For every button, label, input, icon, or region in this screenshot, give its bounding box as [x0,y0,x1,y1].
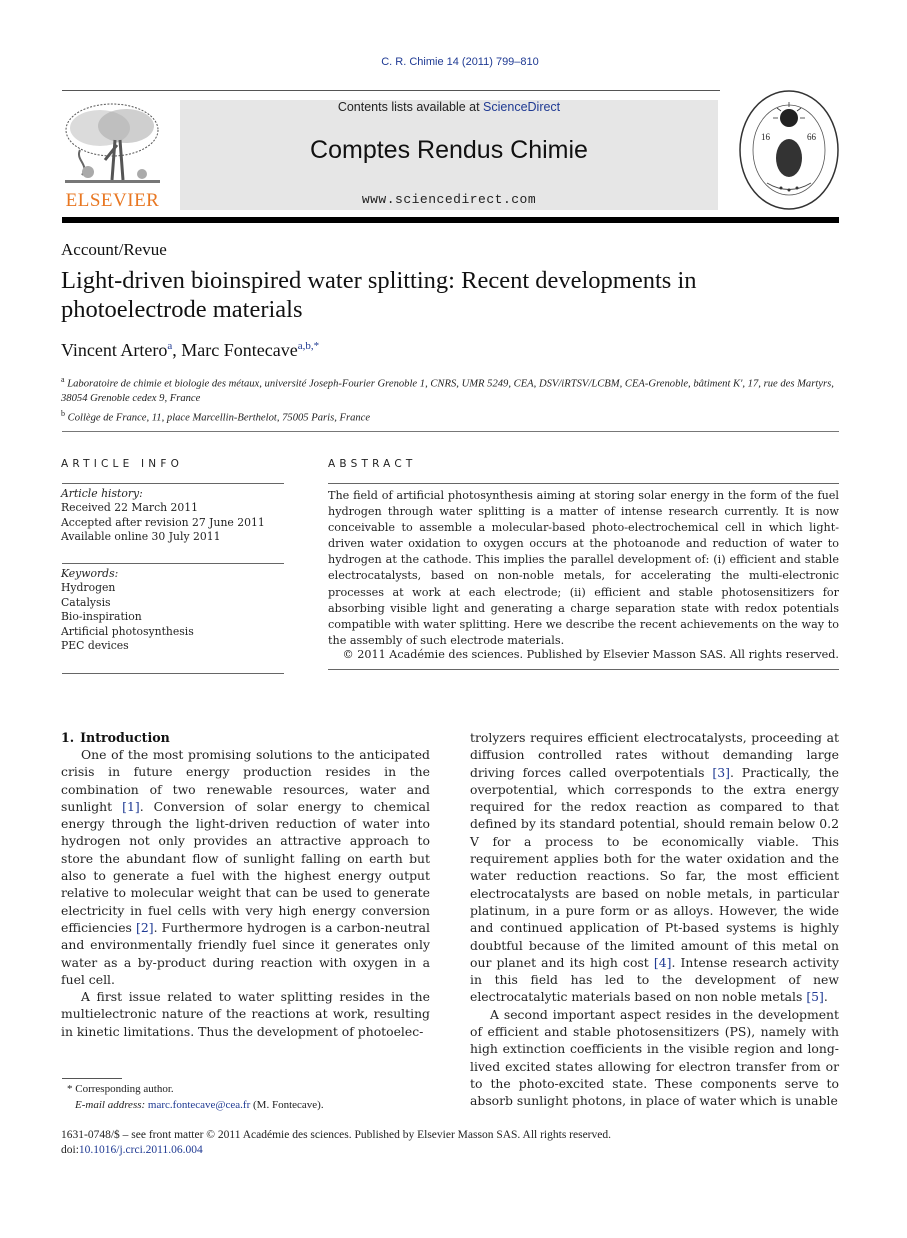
elsevier-wordmark: ELSEVIER [65,190,160,211]
affiliation-item: b Collège de France, 11, place Marcellin… [61,407,841,426]
article-info-bottom-rule [62,673,284,674]
abstract-text: The field of artificial photosynthesis a… [328,489,839,647]
history-item: Received 22 March 2011 [61,501,198,515]
article-history-label: Article history: [61,487,143,500]
abstract-bottom-rule [328,669,839,670]
article-info-rule [62,483,284,484]
section-heading-introduction: 1. Introduction [61,730,170,745]
citation-link[interactable]: [3] [712,765,730,780]
elsevier-logo[interactable]: ELSEVIER [60,100,165,212]
keyword-item: Hydrogen [61,581,116,595]
author-name[interactable]: Marc Fontecave [181,340,297,360]
section-number: 1. [61,730,75,745]
header-rule [62,90,720,91]
affiliation-text: Collège de France, 11, place Marcellin-B… [67,412,371,424]
body-paragraph: One of the most promising solutions to t… [61,746,430,988]
affiliation-label: a [61,375,65,384]
body-column-left: One of the most promising solutions to t… [61,746,430,1040]
issn-copyright: 1631-0748/$ – see front matter © 2011 Ac… [61,1129,611,1141]
article-type: Account/Revue [61,240,167,259]
keyword-item: Catalysis [61,595,111,609]
article-info-heading: ARTICLE INFO [61,458,184,470]
citation-link[interactable]: [1] [122,799,140,814]
email-label: E-mail address: [75,1098,148,1111]
journal-reference[interactable]: C. R. Chimie 14 (2011) 799–810 [0,56,907,68]
paragraph-text: . Practically, the overpotential, which … [470,764,839,970]
footnote-rule [62,1078,122,1079]
article-history: Article history: Received 22 March 2011 … [61,487,286,545]
keywords-label: Keywords: [61,567,119,580]
seal-year-left: 16 [761,132,771,142]
seal-year-right: 66 [807,132,817,142]
keyword-item: PEC devices [61,639,129,653]
keywords: Keywords: Hydrogen Catalysis Bio-inspira… [61,567,286,653]
keywords-rule [62,563,284,564]
seal-icon: 16 66 [739,90,839,210]
doi-link[interactable]: 10.1016/j.crci.2011.06.004 [79,1144,203,1156]
affiliation-item: a Laboratoire de chimie et biologie des … [61,373,841,407]
header-thick-rule [62,217,839,223]
paragraph-text: . [823,989,828,1005]
body-column-right: trolyzers requires efficient electrocata… [470,729,839,1110]
affiliation-text: Laboratoire de chimie et biologie des mé… [61,378,834,405]
citation-link[interactable]: [5] [806,989,824,1004]
history-item: Available online 30 July 2011 [61,530,221,544]
body-paragraph: A first issue related to water splitting… [61,988,430,1040]
history-item: Accepted after revision 27 June 2011 [61,515,265,529]
abstract-copyright: © 2011 Académie des sciences. Published … [342,648,839,661]
journal-name[interactable]: Comptes Rendus Chimie [180,136,718,165]
article-title: Light-driven bioinspired water splitting… [61,267,697,323]
author-affiliation-marker[interactable]: a,b,* [298,340,319,352]
affiliations: a Laboratoire de chimie et biologie des … [61,373,841,426]
author-list: Vincent Arteroa, Marc Fontecavea,b,* [61,340,319,361]
body-paragraph: A second important aspect resides in the… [470,1006,839,1110]
contents-availability: Contents lists available at ScienceDirec… [180,100,718,114]
section-title: Introduction [80,730,170,745]
corresponding-author-label: Corresponding author. [75,1083,174,1095]
body-paragraph: trolyzers requires efficient electrocata… [470,729,839,1006]
sciencedirect-link[interactable]: ScienceDirect [483,100,560,114]
email-owner: (M. Fontecave). [250,1098,324,1111]
contents-prefix: Contents lists available at [337,100,484,114]
keyword-item: Bio-inspiration [61,610,142,624]
title-divider [62,431,839,432]
affiliation-label: b [61,408,65,418]
author-separator: , [172,340,182,360]
doi-label: doi: [61,1144,79,1156]
corresponding-author-footnote: * Corresponding author. E-mail address: … [67,1082,447,1113]
paragraph-text: . Conversion of solar energy to chemical… [61,798,430,935]
academie-des-sciences-seal: 16 66 [737,88,841,212]
paragraph-text: A first issue related to water splitting… [61,989,430,1039]
abstract-rule [328,483,839,484]
keyword-item: Artificial photosynthesis [61,624,194,638]
abstract-heading: ABSTRACT [328,458,417,470]
footnote-marker: * [67,1083,73,1095]
page-footer: 1631-0748/$ – see front matter © 2011 Ac… [61,1128,611,1158]
email-link[interactable]: marc.fontecave@cea.fr [148,1099,250,1111]
citation-link[interactable]: [4] [654,955,672,970]
paragraph-text: A second important aspect resides in the… [470,1006,839,1109]
author-name[interactable]: Vincent Artero [61,340,167,360]
elsevier-tree-icon [65,103,160,183]
website-link[interactable]: www.sciencedirect.com [180,192,718,207]
citation-link[interactable]: [2] [136,920,154,935]
